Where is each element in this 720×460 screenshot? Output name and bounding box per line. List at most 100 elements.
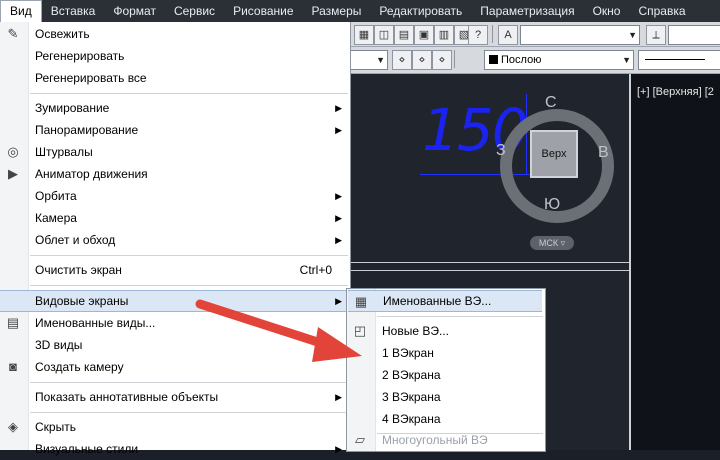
viewcube-top-face: Верх <box>541 148 567 160</box>
menu-separator <box>30 412 348 413</box>
menu-item-walk-fly[interactable]: Облет и обход ▶ <box>0 229 350 251</box>
menu-item-viewports[interactable]: Видовые экраны ▶ <box>0 290 350 312</box>
camera-icon: ◙ <box>9 359 17 374</box>
menu-item-steering-wheels[interactable]: ◎ Штурвалы <box>0 141 350 163</box>
view-dropdown-menu: ✎ Освежить Регенерировать Регенерировать… <box>0 22 351 456</box>
menu-item-label: 2 ВЭкрана <box>382 368 441 382</box>
compass-south[interactable]: Ю <box>544 196 560 214</box>
menu-parametric[interactable]: Параметризация <box>471 0 583 22</box>
dim-style-icon[interactable]: ⟂ <box>646 25 666 45</box>
submenu-arrow-icon: ▶ <box>335 340 342 350</box>
viewports-submenu: ▦ Именованные ВЭ... ◰ Новые ВЭ... 1 ВЭкр… <box>346 288 546 452</box>
compass-north[interactable]: С <box>545 94 557 112</box>
submenu-arrow-icon: ▶ <box>335 235 342 245</box>
menu-item-regen-all[interactable]: Регенерировать все <box>0 67 350 89</box>
menu-separator <box>30 93 348 94</box>
menu-item-regen[interactable]: Регенерировать <box>0 45 350 67</box>
menu-item-3d-views[interactable]: 3D виды ▶ <box>0 334 350 356</box>
compass-west[interactable]: З <box>496 142 506 160</box>
menu-insert[interactable]: Вставка <box>42 0 105 22</box>
calculator-icon[interactable]: ▥ <box>434 25 454 45</box>
menu-item-label: Именованные виды... <box>35 316 156 330</box>
compass-east[interactable]: В <box>598 144 609 162</box>
viewport-label[interactable]: [+] [Верхняя] [2 <box>637 86 714 98</box>
named-views-icon: ▤ <box>6 315 20 330</box>
hatch-icon[interactable]: ▤ <box>394 25 414 45</box>
layer-tool-icon[interactable]: ◫ <box>374 25 394 45</box>
dim-style-combo[interactable] <box>668 25 720 45</box>
submenu-item-1-viewport[interactable]: 1 ВЭкран <box>347 342 545 364</box>
menu-separator <box>30 285 348 286</box>
submenu-item-2-viewports[interactable]: 2 ВЭкрана <box>347 364 545 386</box>
submenu-arrow-icon: ▶ <box>335 213 342 223</box>
menu-item-label: Видовые экраны <box>35 294 129 308</box>
menu-item-label: Именованные ВЭ... <box>383 294 492 308</box>
menu-window[interactable]: Окно <box>584 0 630 22</box>
ucs-label: МСК <box>538 238 559 248</box>
menu-item-label: Панорамирование <box>35 123 139 137</box>
menu-item-label: Орбита <box>35 189 77 203</box>
menu-bar: Вид Вставка Формат Сервис Рисование Разм… <box>0 0 720 22</box>
submenu-arrow-icon: ▶ <box>335 296 342 306</box>
layer-previous-icon[interactable]: ⋄ <box>412 50 432 70</box>
menu-view[interactable]: Вид <box>0 0 42 22</box>
hide-icon: ◈ <box>8 419 18 434</box>
menu-item-shortcut: Ctrl+0 <box>299 263 332 277</box>
menu-item-label: Скрыть <box>35 420 76 434</box>
menu-item-label: Аниматор движения <box>35 167 148 181</box>
menu-item-motion-animator[interactable]: ▶ Аниматор движения <box>0 163 350 185</box>
menu-separator <box>30 382 348 383</box>
viewcube[interactable]: Верх <box>530 130 578 178</box>
menu-dimensions[interactable]: Размеры <box>303 0 371 22</box>
menu-item-label: Новые ВЭ... <box>382 324 449 338</box>
color-combo[interactable]: Послою ▼ <box>484 50 634 70</box>
steering-wheel-icon: ◎ <box>7 144 19 159</box>
menu-item-label: Регенерировать <box>35 49 125 63</box>
menu-item-create-camera[interactable]: ◙ Создать камеру <box>0 356 350 378</box>
submenu-item-new-viewports[interactable]: ◰ Новые ВЭ... <box>347 320 545 342</box>
submenu-item-4-viewports[interactable]: 4 ВЭкрана <box>347 408 545 430</box>
layer-combo[interactable]: ▼ <box>348 50 388 70</box>
submenu-arrow-icon: ▶ <box>335 103 342 113</box>
text-style-icon[interactable]: A <box>498 25 518 45</box>
submenu-item-polygonal-viewport: ▱ Многоугольный ВЭ <box>347 429 545 451</box>
menu-help[interactable]: Справка <box>629 0 694 22</box>
menu-item-label: 1 ВЭкран <box>382 346 434 360</box>
menu-item-zoom[interactable]: Зумирование ▶ <box>0 97 350 119</box>
color-combo-value: Послою <box>501 54 542 66</box>
layers-toolbar: ▼ ⋄ ⋄ ⋄ Послою ▼ <box>348 47 720 74</box>
submenu-item-named-viewports[interactable]: ▦ Именованные ВЭ... <box>348 290 542 312</box>
menu-format[interactable]: Формат <box>104 0 165 22</box>
menu-item-orbit[interactable]: Орбита ▶ <box>0 185 350 207</box>
menu-draw[interactable]: Рисование <box>224 0 302 22</box>
ucs-dropdown[interactable]: МСК ▿ <box>530 236 574 250</box>
menu-item-hide[interactable]: ◈ Скрыть <box>0 416 350 438</box>
menu-item-label: Регенерировать все <box>35 71 147 85</box>
help-icon[interactable]: ? <box>468 25 488 45</box>
drawing-viewport-right[interactable]: [+] [Верхняя] [2 <box>629 74 720 450</box>
text-style-combo[interactable]: ▼ <box>520 25 640 45</box>
toolbar-divider <box>492 25 493 43</box>
named-viewports-icon: ▦ <box>354 294 368 309</box>
block-icon[interactable]: ▣ <box>414 25 434 45</box>
menu-item-show-annotative[interactable]: Показать аннотативные объекты ▶ <box>0 386 350 408</box>
menu-item-clean-screen[interactable]: Очистить экран Ctrl+0 <box>0 259 350 281</box>
submenu-item-3-viewports[interactable]: 3 ВЭкрана <box>347 386 545 408</box>
motion-animator-icon: ▶ <box>8 166 18 181</box>
menu-item-label: Освежить <box>35 27 90 41</box>
menu-item-refresh[interactable]: ✎ Освежить <box>0 23 350 45</box>
menu-modify[interactable]: Редактировать <box>370 0 471 22</box>
menu-item-pan[interactable]: Панорамирование ▶ <box>0 119 350 141</box>
menu-item-label: Очистить экран <box>35 263 122 277</box>
menu-item-visual-styles[interactable]: Визуальные стили ▶ <box>0 438 350 460</box>
menu-item-camera[interactable]: Камера ▶ <box>0 207 350 229</box>
toolbar-divider <box>454 50 455 68</box>
make-current-layer-icon[interactable]: ⋄ <box>392 50 412 70</box>
new-viewports-icon: ◰ <box>353 323 367 338</box>
tiled-viewport-border <box>350 270 629 271</box>
menu-tools[interactable]: Сервис <box>165 0 224 22</box>
linetype-combo[interactable] <box>638 50 720 70</box>
layer-state-icon[interactable]: ⋄ <box>432 50 452 70</box>
menu-item-named-views[interactable]: ▤ Именованные виды... <box>0 312 350 334</box>
table-icon[interactable]: ▦ <box>354 25 374 45</box>
